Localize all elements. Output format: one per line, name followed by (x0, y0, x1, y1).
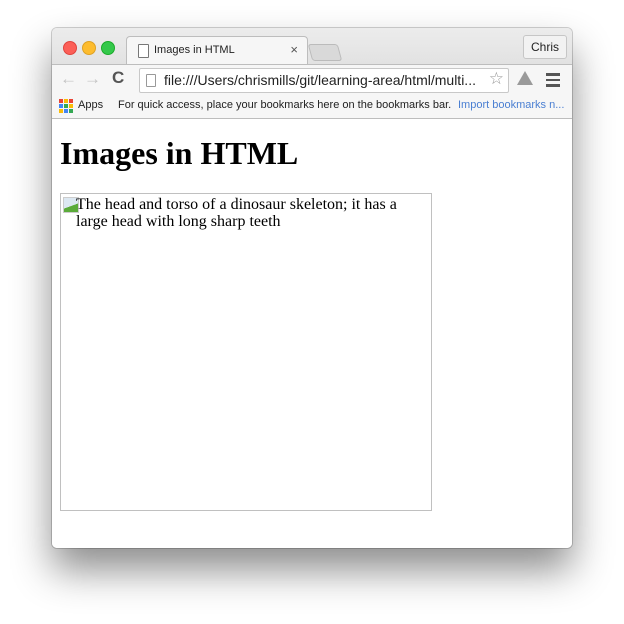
page-content: Images in HTML The head and torso of a d… (52, 119, 572, 548)
apps-grid-icon[interactable] (59, 99, 73, 113)
apps-grid-dot (59, 109, 63, 113)
tab-title: Images in HTML (154, 44, 235, 56)
reload-icon[interactable]: C (112, 68, 124, 88)
google-drive-icon[interactable] (517, 71, 533, 85)
page-heading: Images in HTML (60, 135, 299, 171)
tab-images-in-html[interactable]: Images in HTML × (126, 36, 308, 65)
document-icon (138, 44, 149, 58)
page-icon (146, 74, 156, 87)
apps-grid-dot (59, 104, 63, 108)
toolbar: ← → C file:///Users/chrismills/git/learn… (52, 64, 572, 95)
close-window-button[interactable] (63, 41, 77, 55)
zoom-window-button[interactable] (101, 41, 115, 55)
apps-grid-dot (64, 104, 68, 108)
url-text[interactable]: file:///Users/chrismills/git/learning-ar… (164, 72, 476, 88)
image-alt-text: The head and torso of a dinosaur skeleto… (76, 196, 397, 230)
profile-button[interactable]: Chris (522, 35, 567, 59)
apps-grid-dot (69, 104, 73, 108)
apps-grid-dot (64, 99, 68, 103)
minimize-window-button[interactable] (82, 41, 96, 55)
apps-link[interactable]: Apps (78, 99, 103, 111)
tab-close-icon[interactable]: × (290, 42, 298, 57)
forward-arrow-icon[interactable]: → (84, 69, 101, 89)
new-tab-button[interactable] (307, 44, 343, 61)
apps-grid-dot (69, 109, 73, 113)
address-bar[interactable]: file:///Users/chrismills/git/learning-ar… (139, 68, 509, 93)
bookmark-star-icon[interactable]: ☆ (489, 69, 504, 89)
import-bookmarks-link[interactable]: Import bookmarks n... (458, 99, 564, 111)
apps-grid-dot (59, 99, 63, 103)
menu-icon[interactable] (546, 73, 560, 90)
browser-window: Images in HTML × Chris ← → C file:///Use… (52, 28, 572, 548)
apps-grid-dot (64, 109, 68, 113)
bookmarks-hint: For quick access, place your bookmarks h… (118, 99, 452, 111)
back-arrow-icon[interactable]: ← (60, 69, 77, 89)
title-bar: Images in HTML × Chris (52, 28, 572, 65)
apps-grid-dot (69, 99, 73, 103)
bookmarks-bar: Apps For quick access, place your bookma… (52, 94, 572, 119)
broken-image: The head and torso of a dinosaur skeleto… (60, 193, 432, 511)
